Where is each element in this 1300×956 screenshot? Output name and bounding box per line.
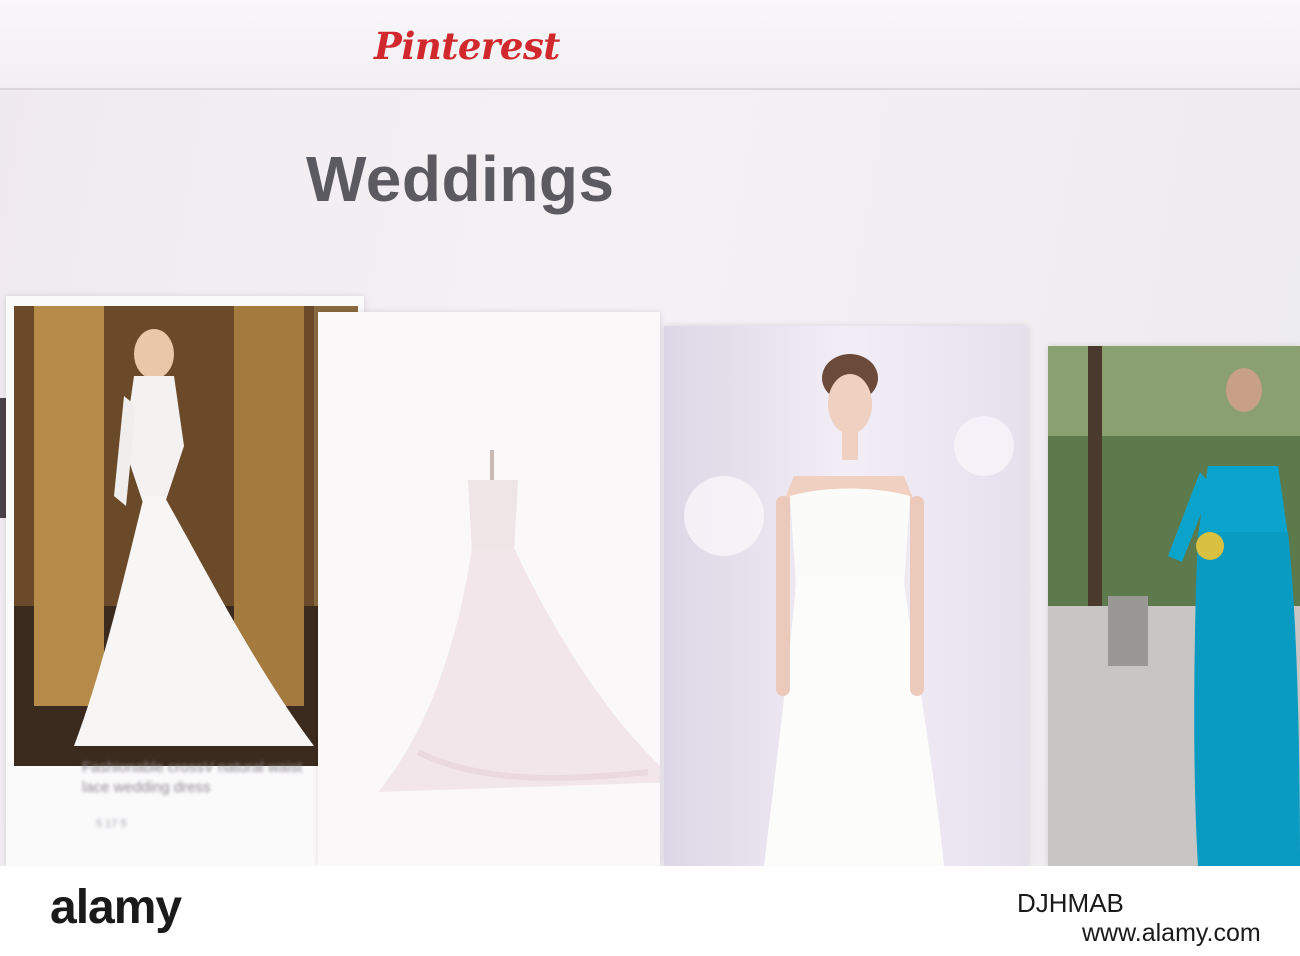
stock-image-id: DJHMAB	[1017, 888, 1124, 918]
pin-caption: Fashionable crossV natural waist lace we…	[82, 759, 303, 796]
top-nav-bar: Pinterest	[0, 0, 1300, 90]
pin-card[interactable]	[1048, 346, 1300, 866]
stock-site-url: www.alamy.com	[1082, 919, 1261, 947]
pin-card[interactable]	[664, 326, 1028, 866]
pin-meta: 5 17 5	[96, 818, 127, 830]
pin-card[interactable]: Fashionable crossV natural waist lace we…	[6, 296, 364, 866]
pinterest-logo[interactable]: Pinterest	[374, 24, 560, 68]
screen-photo: Pinterest Weddings Fashionable crossV na…	[0, 0, 1300, 866]
pin-image[interactable]	[664, 326, 1028, 866]
alamy-brand-logo: alamy	[50, 881, 182, 934]
board-title: Weddings	[306, 143, 615, 215]
pin-card[interactable]	[318, 312, 660, 866]
pin-image[interactable]	[318, 312, 660, 866]
pin-image[interactable]	[14, 306, 358, 766]
pin-image[interactable]	[1048, 346, 1300, 866]
